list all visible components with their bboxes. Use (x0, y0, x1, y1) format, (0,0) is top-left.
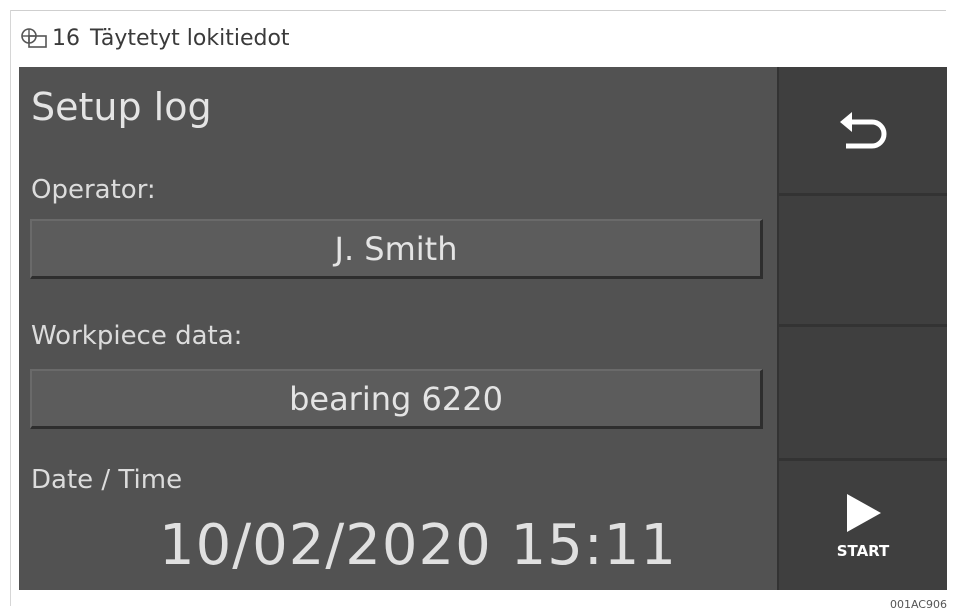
back-button[interactable] (779, 67, 947, 193)
screen-title: Setup log (31, 85, 212, 129)
sidebar: START (777, 67, 947, 590)
datetime-label: Date / Time (31, 465, 183, 495)
figure-code: 001AC906 (889, 598, 947, 611)
return-arrow-icon (840, 112, 887, 149)
device-screen: Setup log Operator: J. Smith Workpiece d… (19, 67, 947, 590)
setup-log-panel: Setup log Operator: J. Smith Workpiece d… (19, 67, 777, 590)
workpiece-field[interactable]: bearing 6220 (30, 369, 763, 429)
figure-number: 16 (52, 25, 80, 51)
datetime-value: 10/02/2020 15:11 (159, 513, 677, 578)
operator-label: Operator: (31, 175, 156, 205)
play-icon (847, 493, 881, 532)
start-button[interactable]: START (779, 461, 947, 590)
figure-caption: 16 Täytetyt lokitiedot (20, 22, 290, 54)
left-divider (10, 10, 11, 606)
side-button-3[interactable] (779, 327, 947, 458)
side-button-2[interactable] (779, 196, 947, 324)
top-divider (10, 10, 946, 11)
workpiece-label: Workpiece data: (31, 321, 243, 351)
figure-title: Täytetyt lokitiedot (90, 25, 290, 51)
operator-field[interactable]: J. Smith (30, 219, 763, 279)
start-label: START (836, 541, 890, 560)
figure-icon (21, 28, 47, 48)
